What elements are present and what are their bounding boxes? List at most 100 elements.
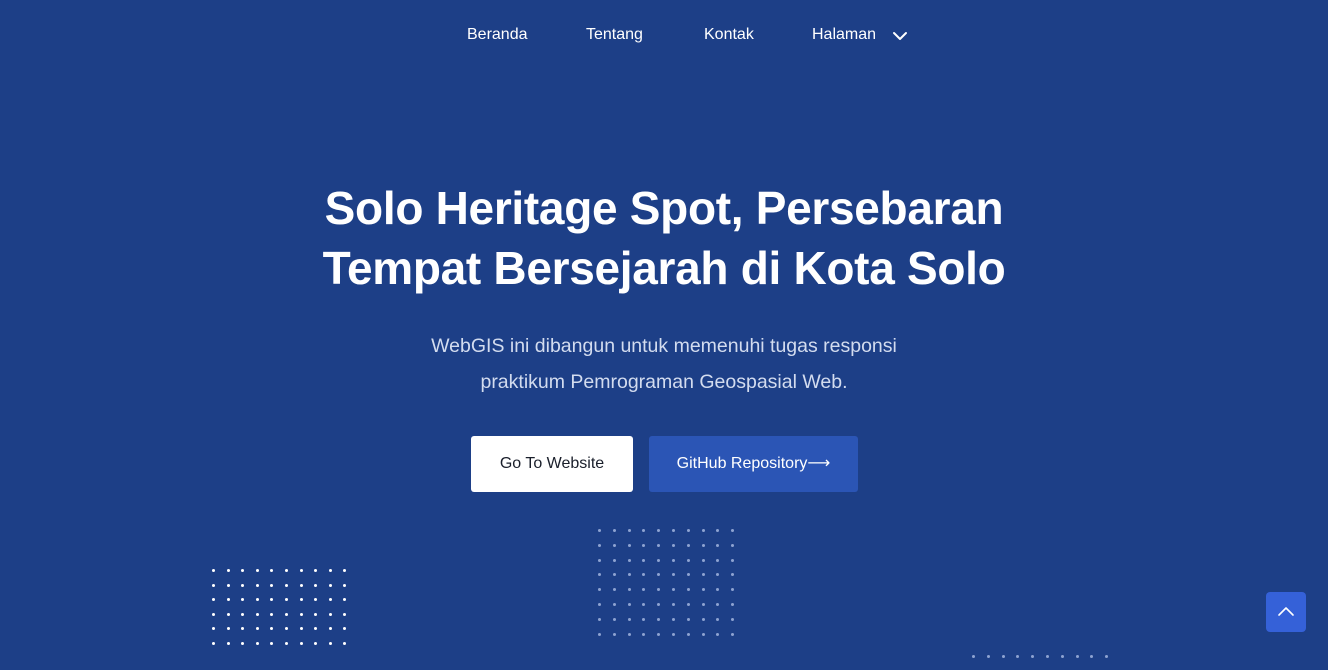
pattern-dot	[671, 543, 675, 547]
pattern-dot	[270, 583, 274, 587]
pattern-dot	[657, 588, 661, 592]
pattern-dot	[627, 617, 631, 621]
nav-item-tentang[interactable]: Tentang	[586, 24, 643, 46]
pattern-dot	[241, 627, 245, 631]
pattern-dot	[226, 641, 230, 645]
hero-description: WebGIS ini dibangun untuk memenuhi tugas…	[0, 328, 1328, 400]
pattern-dot	[343, 598, 347, 602]
pattern-dot	[241, 641, 245, 645]
pattern-dot	[314, 641, 318, 645]
pattern-dot	[612, 543, 616, 547]
pattern-dot	[270, 612, 274, 616]
pattern-dot	[986, 655, 990, 658]
chevron-down-icon[interactable]	[892, 30, 908, 42]
pattern-dot	[716, 529, 720, 532]
pattern-dot	[598, 617, 601, 621]
pattern-dot	[731, 529, 735, 532]
pattern-dot	[226, 569, 230, 572]
pattern-dot	[598, 602, 601, 606]
hero-title-line-1: Solo Heritage Spot, Persebaran	[324, 182, 1004, 234]
pattern-dot	[1060, 655, 1064, 658]
back-to-top-button[interactable]	[1266, 592, 1306, 632]
pattern-dot	[241, 598, 245, 602]
pattern-dot	[212, 612, 215, 616]
pattern-dot	[716, 617, 720, 621]
pattern-dot	[671, 632, 675, 636]
hero-description-line-2: praktikum Pemrograman Geospasial Web.	[480, 371, 848, 393]
pattern-dot	[627, 602, 631, 606]
pattern-dot	[716, 602, 720, 606]
pattern-dot	[701, 602, 705, 606]
pattern-dot	[598, 543, 601, 547]
pattern-dot	[314, 627, 318, 631]
hero-description-line-1: WebGIS ini dibangun untuk memenuhi tugas…	[431, 335, 897, 357]
pattern-dot	[612, 588, 616, 592]
pattern-dot	[343, 641, 347, 645]
pattern-dot	[343, 612, 347, 616]
dot-pattern-center	[598, 529, 746, 647]
pattern-dot	[255, 569, 259, 572]
pattern-dot	[1016, 655, 1020, 658]
pattern-dot	[671, 602, 675, 606]
pattern-dot	[314, 569, 318, 572]
pattern-dot	[1031, 655, 1035, 658]
pattern-dot	[642, 588, 646, 592]
pattern-dot	[226, 583, 230, 587]
pattern-dot	[642, 617, 646, 621]
pattern-dot	[343, 569, 347, 572]
pattern-dot	[598, 588, 601, 592]
pattern-dot	[642, 602, 646, 606]
pattern-dot	[686, 617, 690, 621]
pattern-dot	[299, 641, 303, 645]
hero-title: Solo Heritage Spot, Persebaran Tempat Be…	[0, 178, 1328, 298]
pattern-dot	[642, 529, 646, 532]
pattern-dot	[657, 617, 661, 621]
pattern-dot	[612, 558, 616, 562]
pattern-dot	[284, 612, 288, 616]
pattern-dot	[701, 543, 705, 547]
github-repository-button[interactable]: GitHub Repository⟶	[649, 436, 858, 492]
pattern-dot	[328, 641, 332, 645]
pattern-dot	[598, 632, 601, 636]
pattern-dot	[1045, 655, 1049, 658]
pattern-dot	[1105, 655, 1109, 658]
pattern-dot	[226, 598, 230, 602]
pattern-dot	[612, 529, 616, 532]
pattern-dot	[270, 598, 274, 602]
pattern-dot	[212, 569, 215, 572]
nav-item-halaman[interactable]: Halaman	[812, 24, 876, 46]
pattern-dot	[328, 583, 332, 587]
pattern-dot	[255, 612, 259, 616]
pattern-dot	[671, 573, 675, 577]
pattern-dot	[701, 632, 705, 636]
pattern-dot	[671, 588, 675, 592]
pattern-dot	[212, 583, 215, 587]
pattern-dot	[657, 529, 661, 532]
pattern-dot	[686, 558, 690, 562]
pattern-dot	[255, 583, 259, 587]
pattern-dot	[716, 573, 720, 577]
pattern-dot	[284, 627, 288, 631]
chevron-up-icon	[1278, 607, 1294, 616]
pattern-dot	[212, 627, 215, 631]
pattern-dot	[657, 558, 661, 562]
go-to-website-button[interactable]: Go To Website	[471, 436, 633, 492]
pattern-dot	[731, 588, 735, 592]
pattern-dot	[226, 627, 230, 631]
pattern-dot	[627, 558, 631, 562]
pattern-dot	[716, 543, 720, 547]
pattern-dot	[314, 598, 318, 602]
nav-item-kontak[interactable]: Kontak	[704, 24, 754, 46]
pattern-dot	[299, 598, 303, 602]
nav-item-beranda[interactable]: Beranda	[467, 24, 528, 46]
pattern-dot	[612, 602, 616, 606]
pattern-dot	[972, 655, 975, 658]
pattern-dot	[1075, 655, 1079, 658]
pattern-dot	[701, 617, 705, 621]
pattern-dot	[1001, 655, 1005, 658]
pattern-dot	[686, 543, 690, 547]
pattern-dot	[343, 583, 347, 587]
pattern-dot	[314, 583, 318, 587]
pattern-dot	[731, 543, 735, 547]
pattern-dot	[255, 641, 259, 645]
